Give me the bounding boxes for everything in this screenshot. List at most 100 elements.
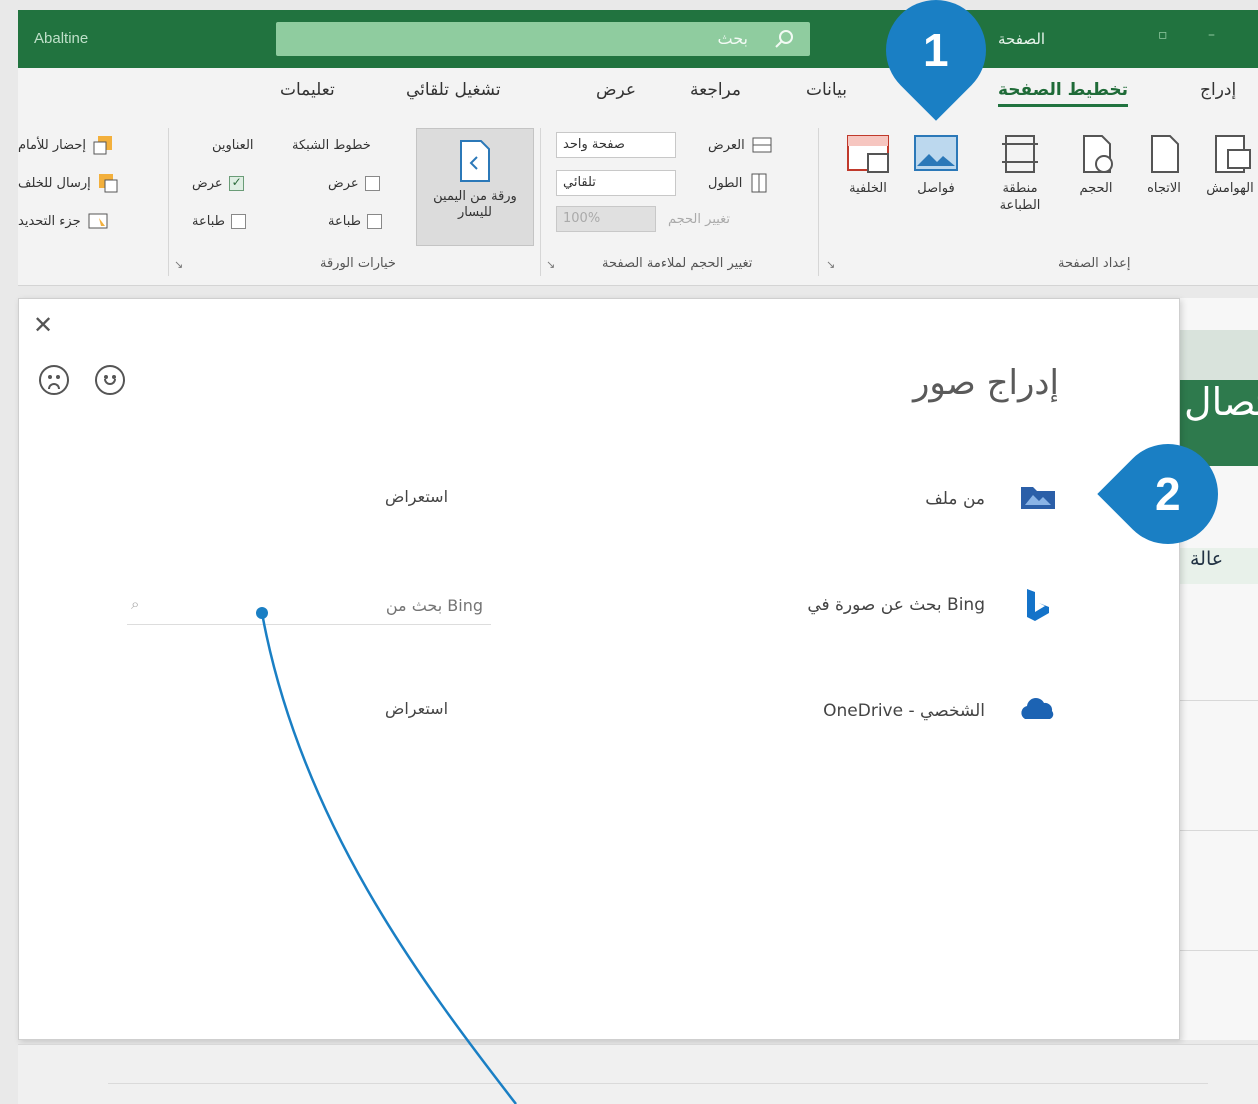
height-icon <box>751 173 767 193</box>
excel-window: Abaltine بحث الصفحة ▫ – إدراج تخطيط الصف… <box>0 0 1258 1104</box>
scale-to-fit-group-label: تغيير الحجم لملاءمة الصفحة <box>602 256 753 271</box>
sheet-direction-icon <box>460 140 490 182</box>
group-divider <box>818 128 819 276</box>
tab-data[interactable]: بيانات <box>806 80 847 100</box>
worksheet-gridline <box>1180 830 1258 831</box>
from-file-option[interactable]: من ملف <box>925 489 985 509</box>
tab-help[interactable]: تعليمات <box>280 80 335 100</box>
worksheet-gridline <box>1180 700 1258 701</box>
page-setup-launcher-icon[interactable]: ↘ <box>826 258 835 271</box>
sheet-right-to-left-button[interactable]: ورقة من اليمين لليسار <box>416 128 534 246</box>
worksheet-cell[interactable]: عالة <box>1180 548 1258 584</box>
app-name: Abaltine <box>34 30 89 47</box>
selection-pane-row[interactable]: جزء التحديد <box>18 210 109 232</box>
bing-search-input[interactable] <box>127 587 491 623</box>
background-button[interactable]: فواصل <box>904 132 968 242</box>
scale-row: تغيير الحجم <box>668 212 730 227</box>
headings-print-row: طباعة <box>192 214 246 229</box>
gridlines-print-label: طباعة <box>328 214 361 229</box>
height-row: الطول <box>708 172 770 194</box>
bing-search-field[interactable]: ⌕ <box>127 587 491 625</box>
onedrive-option[interactable]: OneDrive - الشخصي <box>823 701 985 721</box>
document-title: الصفحة <box>998 30 1046 48</box>
tab-view[interactable]: عرض <box>596 80 636 100</box>
gridlines-view-label: عرض <box>328 176 359 191</box>
height-select[interactable]: تلقائي <box>556 170 676 196</box>
group-divider <box>540 128 541 276</box>
headings-print-checkbox[interactable] <box>230 214 246 229</box>
minimize-icon[interactable]: – <box>1208 28 1222 42</box>
size-label: الحجم <box>1079 181 1113 196</box>
ribbon-display-icon[interactable]: ▫ <box>1158 28 1172 42</box>
send-backward-icon <box>98 174 118 193</box>
from-file-browse-button[interactable]: استعراض <box>385 487 448 506</box>
headings-view-row: عرض <box>192 175 244 191</box>
search-icon <box>775 30 793 48</box>
page-setup-group-label: إعداد الصفحة <box>1058 256 1131 271</box>
orientation-icon <box>1151 135 1179 173</box>
width-label: العرض <box>708 137 745 153</box>
tab-insert[interactable]: إدراج <box>1200 80 1236 100</box>
step-2-number: 2 <box>1155 468 1181 520</box>
headings-view-label: عرض <box>192 176 223 191</box>
onedrive-browse-button[interactable]: استعراض <box>385 699 448 718</box>
step-1-number: 1 <box>923 24 949 77</box>
sheet-options-group-label: خيارات الورقة <box>320 256 396 271</box>
headings-print-label: طباعة <box>192 214 225 229</box>
print-titles-button[interactable]: الخلفية <box>836 132 900 242</box>
gridlines-view-row: عرض <box>328 176 380 191</box>
page-size-icon <box>1083 135 1113 173</box>
gridlines-print-row: طباعة <box>328 214 382 229</box>
sheet-options-launcher-icon[interactable]: ↘ <box>174 258 183 271</box>
gridlines-print-checkbox[interactable] <box>366 214 382 229</box>
title-bar: Abaltine بحث الصفحة ▫ – <box>18 10 1258 68</box>
bring-forward-label: إحضار للأمام <box>18 137 86 153</box>
worksheet-cell-text: عالة <box>1190 548 1224 570</box>
tab-review[interactable]: مراجعة <box>690 80 741 100</box>
send-backward-label: إرسال للخلف <box>18 175 91 191</box>
selection-pane-icon <box>88 213 108 229</box>
ribbon: إدراج تخطيط الصفحة بيانات مراجعة عرض تشغ… <box>18 68 1258 286</box>
orientation-button[interactable]: الاتجاه <box>1132 132 1196 242</box>
worksheet-image-top <box>1180 330 1258 380</box>
search-text: بحث <box>717 29 749 48</box>
status-divider <box>108 1083 1208 1084</box>
width-select[interactable]: صفحة واحد <box>556 132 676 158</box>
close-icon[interactable]: ✕ <box>33 311 53 339</box>
search-box[interactable]: بحث <box>276 22 810 56</box>
scale-spinner[interactable]: 100% <box>556 206 656 232</box>
bring-forward-icon <box>93 136 112 155</box>
height-label: الطول <box>708 175 743 191</box>
smile-feedback-icon[interactable] <box>95 365 125 395</box>
margins-button[interactable]: الهوامش <box>1198 132 1258 242</box>
gridlines-view-checkbox[interactable] <box>364 176 380 191</box>
gridlines-title: خطوط الشبكة <box>292 138 371 153</box>
group-divider <box>168 128 169 276</box>
print-area-button[interactable]: منطقة الطباعة <box>988 132 1052 242</box>
width-icon <box>752 137 772 153</box>
headings-title: العناوين <box>212 138 254 153</box>
worksheet-banner-text: لاتصال <box>1184 380 1258 424</box>
background-label: فواصل <box>917 181 955 196</box>
tab-page-layout[interactable]: تخطيط الصفحة <box>998 80 1129 107</box>
frown-feedback-icon[interactable] <box>39 365 69 395</box>
print-area-label: منطقة الطباعة <box>999 181 1041 213</box>
dialog-title: إدراج صور <box>912 363 1059 403</box>
margins-icon <box>1215 135 1251 173</box>
headings-view-checkbox[interactable] <box>228 175 244 191</box>
tab-automate[interactable]: تشغيل تلقائي <box>406 80 501 100</box>
margins-label: الهوامش <box>1206 181 1254 196</box>
worksheet-gridline <box>1180 950 1258 951</box>
bing-icon <box>1027 589 1049 621</box>
insert-pictures-dialog: ✕ إدراج صور من ملف استعراض بحث عن صورة ف… <box>18 298 1180 1040</box>
bring-forward-row[interactable]: إحضار للأمام <box>18 134 114 156</box>
orientation-label: الاتجاه <box>1147 181 1181 196</box>
scale-launcher-icon[interactable]: ↘ <box>546 258 555 271</box>
status-bar <box>18 1044 1258 1104</box>
bing-search-option[interactable]: بحث عن صورة في Bing <box>807 595 985 615</box>
print-area-icon <box>1002 135 1038 173</box>
background-picture-icon <box>914 135 958 171</box>
width-row: العرض <box>708 134 773 156</box>
send-backward-row[interactable]: إرسال للخلف <box>18 172 119 194</box>
size-button[interactable]: الحجم <box>1064 132 1128 242</box>
